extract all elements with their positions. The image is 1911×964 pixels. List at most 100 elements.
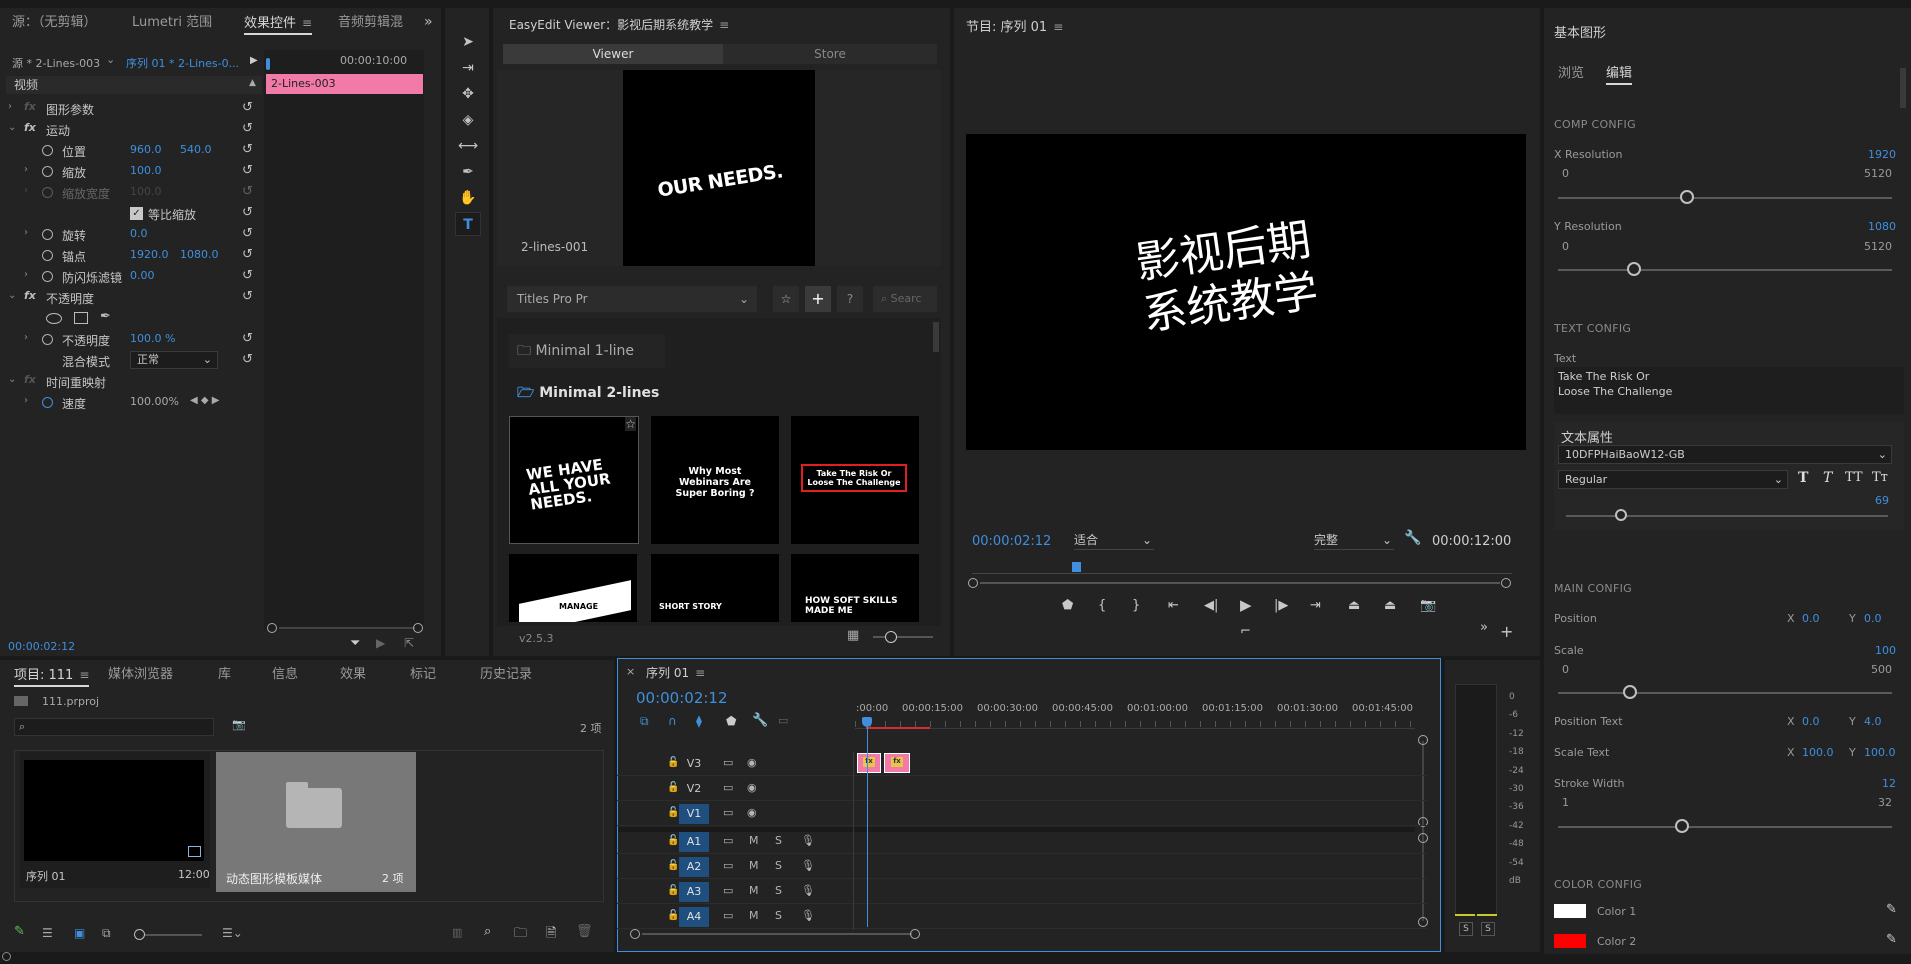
template-search[interactable]: ⌕ Searc xyxy=(873,286,937,312)
razor-icon[interactable]: ◈ xyxy=(455,108,481,132)
freeform-view-icon[interactable]: ⧉ xyxy=(102,926,111,941)
stopwatch-icon[interactable] xyxy=(42,166,53,177)
mark-out-icon[interactable]: } xyxy=(1132,598,1140,613)
mute-button[interactable]: M xyxy=(749,884,759,897)
ripple-edit-icon[interactable]: ✥ xyxy=(455,82,481,106)
scale-text-x-value[interactable]: 100.0 xyxy=(1802,746,1834,759)
work-area-bar[interactable] xyxy=(866,727,930,729)
timeline-playhead[interactable] xyxy=(862,717,872,727)
tab-viewer[interactable]: Viewer xyxy=(503,44,723,64)
track-a1[interactable]: 🔓 A1 ▭ M S 🎙 xyxy=(617,830,1427,854)
position-text-y-value[interactable]: 4.0 xyxy=(1864,715,1882,728)
lock-icon[interactable]: 🔓 xyxy=(667,885,679,896)
scale-slider[interactable] xyxy=(1558,692,1892,694)
captions-icon[interactable]: ▭ xyxy=(778,714,788,727)
track-a3[interactable]: 🔓 A3 ▭ M S 🎙 xyxy=(617,880,1427,904)
list-view-icon[interactable]: ☰ xyxy=(42,926,53,940)
more-controls-icon[interactable]: » xyxy=(1480,620,1488,635)
row-opacity-value[interactable]: › 不透明度 100.0 % ↺ xyxy=(0,329,262,350)
reset-icon[interactable]: ↺ xyxy=(242,331,253,346)
eg-scrollbar[interactable] xyxy=(1900,68,1906,108)
track-a4[interactable]: 🔓 A4 ▭ M S 🎙 xyxy=(617,905,1427,929)
mic-icon[interactable]: 🎙 xyxy=(801,834,815,847)
marker-icon[interactable]: ⬟ xyxy=(1062,598,1073,613)
menu-icon[interactable]: ≡ xyxy=(1053,20,1063,34)
row-anchor[interactable]: 锚点 1920.0 1080.0 ↺ xyxy=(0,245,262,266)
uniform-scale-checkbox[interactable]: ✓ xyxy=(130,207,143,220)
track-v1[interactable]: 🔓 V1 ▭ ◉ xyxy=(617,802,1427,826)
overflow-icon[interactable]: » xyxy=(424,14,433,30)
find-icon[interactable]: ⌕ xyxy=(484,924,491,939)
solo-button[interactable]: S xyxy=(775,834,782,847)
font-size-value[interactable]: 69 xyxy=(1875,494,1889,507)
scale-value[interactable]: 100 xyxy=(1875,644,1896,657)
row-time-remap[interactable]: ⌄ fx 时间重映射 xyxy=(0,371,262,392)
solo-button[interactable]: S xyxy=(775,909,782,922)
ec-playhead[interactable] xyxy=(266,58,270,70)
clip-bar[interactable]: 2-Lines-003 xyxy=(266,74,423,94)
filter-icon[interactable]: ⏷ xyxy=(350,636,360,651)
stroke-width-slider[interactable] xyxy=(1558,826,1892,828)
zoom-left-handle[interactable] xyxy=(968,578,978,588)
position-text-x-value[interactable]: 0.0 xyxy=(1802,715,1820,728)
template-thumb-6[interactable]: HOW SOFT SKILLS MADE ME xyxy=(791,554,919,622)
reset-icon[interactable]: ↺ xyxy=(242,142,253,157)
toggle-sync-icon[interactable]: ▭ xyxy=(723,756,733,769)
template-thumb-4[interactable]: MANAGE xyxy=(509,554,637,622)
y-resolution-slider[interactable] xyxy=(1558,269,1892,271)
tab-project[interactable]: 项目: 111 ≡ xyxy=(14,660,90,690)
zoom-bar[interactable] xyxy=(980,582,1500,584)
hscroll-track[interactable] xyxy=(642,933,912,935)
lock-icon[interactable]: 🔓 xyxy=(667,782,679,793)
bold-icon[interactable]: T xyxy=(1798,470,1808,486)
row-speed[interactable]: › 速度 100.00% ◀ ◆ ▶ xyxy=(0,392,262,413)
track-label[interactable]: V1 xyxy=(679,804,709,824)
template-thumb-1[interactable]: ☆ WE HAVE ALL YOUR NEEDS. xyxy=(509,416,639,544)
tab-edit[interactable]: 编辑 xyxy=(1606,62,1633,85)
add-button[interactable]: + xyxy=(805,286,831,312)
icon-view-icon[interactable]: ▣ xyxy=(74,926,85,940)
ec-scroll-left[interactable] xyxy=(267,623,277,633)
close-icon[interactable]: × xyxy=(626,665,635,678)
slip-icon[interactable]: ⟷ xyxy=(455,134,481,158)
stopwatch-icon[interactable] xyxy=(42,271,53,282)
mute-button[interactable]: M xyxy=(749,859,759,872)
color-2-swatch[interactable] xyxy=(1554,934,1586,948)
template-thumb-5[interactable]: SHORT STORY xyxy=(651,554,779,622)
trim-icon[interactable]: ⌐ xyxy=(1240,624,1251,639)
tab-lumetri[interactable]: Lumetri 范围 xyxy=(132,8,212,38)
template-dropdown[interactable]: Titles Pro Pr ⌄ xyxy=(507,286,757,312)
reset-icon[interactable]: ↺ xyxy=(242,121,253,136)
row-opacity[interactable]: ⌄ fx 不透明度 ↺ xyxy=(0,287,262,308)
tab-effects[interactable]: 效果 xyxy=(340,660,366,690)
toggle-sync-icon[interactable]: ▭ xyxy=(723,806,733,819)
menu-icon[interactable]: ≡ xyxy=(302,8,312,38)
go-to-out-icon[interactable]: ⇥ xyxy=(1310,598,1321,613)
blend-mode-select[interactable]: 正常 ⌄ xyxy=(130,351,218,369)
new-bin-camera-icon[interactable]: 📷 xyxy=(232,718,246,731)
font-size-knob[interactable] xyxy=(1615,509,1627,521)
toggle-sync-icon[interactable]: ▭ xyxy=(723,859,733,872)
solo-right-button[interactable]: S xyxy=(1481,922,1495,936)
template-thumb-2[interactable]: Why Most Webinars Are Super Boring ? xyxy=(651,416,779,544)
ec-scroll-track[interactable] xyxy=(279,627,415,629)
solo-button[interactable]: S xyxy=(775,859,782,872)
lift-icon[interactable]: ⏏ xyxy=(1348,598,1360,613)
new-bin-icon[interactable]: 🗀 xyxy=(514,924,527,946)
preview-canvas[interactable] xyxy=(623,70,815,266)
lock-icon[interactable]: 🔓 xyxy=(667,835,679,846)
keyframe-nav-icon[interactable]: ◀ ◆ ▶ xyxy=(190,395,219,406)
font-select[interactable]: 10DFPHaiBaoW12-GB ⌄ xyxy=(1558,445,1892,464)
y-resolution-value[interactable]: 1080 xyxy=(1868,220,1896,233)
pencil-icon[interactable]: ✎ xyxy=(14,924,25,939)
add-marker-icon[interactable]: ⬟ xyxy=(726,714,736,728)
tab-media-browser[interactable]: 媒体浏览器 xyxy=(108,660,173,690)
rectangle-mask-icon[interactable] xyxy=(74,312,88,324)
go-to-in-icon[interactable]: ⇤ xyxy=(1168,598,1179,613)
stopwatch-icon[interactable] xyxy=(42,334,53,345)
tab-markers[interactable]: 标记 xyxy=(410,660,436,690)
sequence-link[interactable]: 序列 01 * 2-Lines-0... xyxy=(126,55,239,71)
track-label[interactable]: A4 xyxy=(679,907,709,927)
track-v3[interactable]: 🔓 V3 ▭ ◉ xyxy=(617,752,1427,776)
tab-audio-mixer[interactable]: 音频剪辑混 xyxy=(338,8,403,38)
